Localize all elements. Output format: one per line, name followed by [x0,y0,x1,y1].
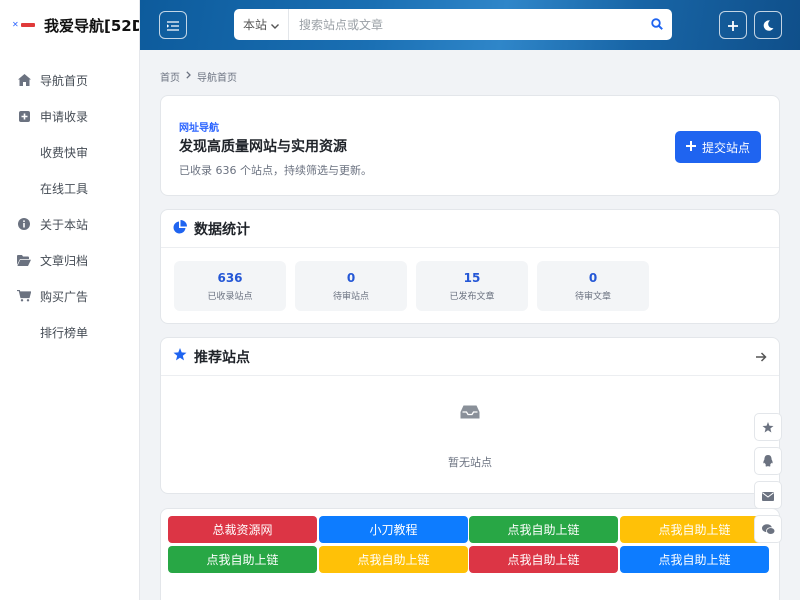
breadcrumb-current: 导航首页 [197,73,237,84]
chevron-down-icon [271,18,279,32]
link-button[interactable]: 点我自助上链 [620,546,769,573]
sidebar-item-home[interactable]: 导航首页 [0,62,139,98]
sidebar-item-label: 收费快审 [40,145,89,160]
envelope-icon [762,486,774,505]
wechat-button[interactable] [754,515,782,543]
email-button[interactable] [754,481,782,509]
inbox-icon [460,404,480,423]
stat-box: 0 待审文章 [537,261,649,311]
intro-title: 发现高质量网站与实用资源 [179,139,347,155]
sidebar-item-label: 文章归档 [40,253,89,268]
search-input[interactable] [289,9,642,40]
logo[interactable]: ✕ 我爱导航[52DH [0,0,139,50]
add-button[interactable] [719,11,747,39]
stat-label: 已收录站点 [207,292,253,302]
sidebar-item-label: 申请收录 [40,109,89,124]
sidebar-nav: 导航首页 申请收录 收费快审 在线工具 关于本站 文章归档 购买广告 排行榜单 [0,62,139,350]
link-button[interactable]: 点我自助上链 [168,546,317,573]
sidebar-item-label: 在线工具 [40,181,89,196]
pie-chart-icon [173,219,187,238]
breadcrumb-home[interactable]: 首页 [160,69,180,84]
star-icon [762,418,774,437]
search-icon [651,15,663,34]
sidebar-item-label: 关于本站 [40,217,89,232]
sidebar-item-tools[interactable]: 在线工具 [0,170,139,206]
plus-icon [728,16,738,35]
stat-box: 0 待审站点 [295,261,407,311]
link-button[interactable]: 点我自助上链 [469,516,618,543]
stat-value: 0 [588,271,598,285]
moon-icon [763,16,774,35]
stat-label: 已发布文章 [449,292,495,302]
stat-label: 待审文章 [574,292,611,302]
sidebar-item-label: 购买广告 [40,289,89,304]
favorite-button[interactable] [754,413,782,441]
sidebar-item-label: 导航首页 [40,73,89,88]
search-scope-label: 本站 [242,18,267,32]
stats-header: 数据统计 [161,210,779,248]
top-header: 本站 [140,0,800,50]
stat-value: 15 [463,271,481,285]
sidebar-item-ads[interactable]: 购买广告 [0,278,139,314]
menu-icon [167,16,179,35]
intro-description: 已收录 636 个站点，持续筛选与更新。 [179,164,372,177]
stats-title: 数据统计 [194,221,250,238]
search-button[interactable] [642,9,672,40]
recommend-card: 推荐站点 暂无站点 [160,337,780,494]
link-button[interactable]: 点我自助上链 [319,546,468,573]
plus-square-icon [17,109,31,123]
sidebar-item-about[interactable]: 关于本站 [0,206,139,242]
search-scope-select[interactable]: 本站 [234,9,289,40]
stat-box: 636 已收录站点 [174,261,286,311]
info-icon [17,217,31,231]
link-button[interactable]: 点我自助上链 [620,516,769,543]
folder-open-icon [17,253,31,267]
home-icon [17,73,31,87]
stats-card: 数据统计 636 已收录站点 0 待审站点 15 已发布文章 0 待审文章 [160,209,780,324]
stat-box: 15 已发布文章 [416,261,528,311]
dark-mode-toggle[interactable] [754,11,782,39]
breadcrumb: 首页 导航首页 [160,69,237,84]
sidebar-item-archive[interactable]: 文章归档 [0,242,139,278]
stat-value: 636 [217,271,243,285]
sidebar: ✕ 我爱导航[52DH 导航首页 申请收录 收费快审 在线工具 关于本站 [0,0,140,600]
submit-site-button[interactable]: 提交站点 [675,131,761,163]
sidebar-item-ranking[interactable]: 排行榜单 [0,314,139,350]
sidebar-item-label: 排行榜单 [40,325,89,340]
sidebar-item-fast-review[interactable]: 收费快审 [0,134,139,170]
cart-icon [17,289,31,303]
sidebar-item-apply[interactable]: 申请收录 [0,98,139,134]
links-card: 总裁资源网 小刀教程 点我自助上链 点我自助上链 点我自助上链 点我自助上链 点… [160,508,780,600]
intro-card: 网址导航 发现高质量网站与实用资源 已收录 636 个站点，持续筛选与更新。 提… [160,95,780,196]
site-title: 我爱导航[52DH [44,16,139,35]
chevron-right-icon [186,71,191,82]
qq-button[interactable] [754,447,782,475]
sidebar-toggle-button[interactable] [159,11,187,39]
logo-icon: ✕ [12,20,36,30]
plus-icon [685,140,696,154]
stat-label: 待审站点 [332,292,369,302]
link-button[interactable]: 点我自助上链 [469,546,618,573]
link-button[interactable]: 总裁资源网 [168,516,317,543]
wechat-icon [761,520,775,539]
stat-value: 0 [346,271,356,285]
recommend-header: 推荐站点 [161,338,779,376]
empty-state-text: 暂无站点 [448,456,492,469]
qq-icon [763,452,773,471]
link-button[interactable]: 小刀教程 [319,516,468,543]
star-icon [173,348,187,365]
submit-site-label: 提交站点 [701,140,750,155]
intro-kicker: 网址导航 [179,123,219,134]
recommend-title: 推荐站点 [194,349,250,366]
arrow-right-icon[interactable] [756,350,767,366]
search-bar: 本站 [234,9,672,40]
